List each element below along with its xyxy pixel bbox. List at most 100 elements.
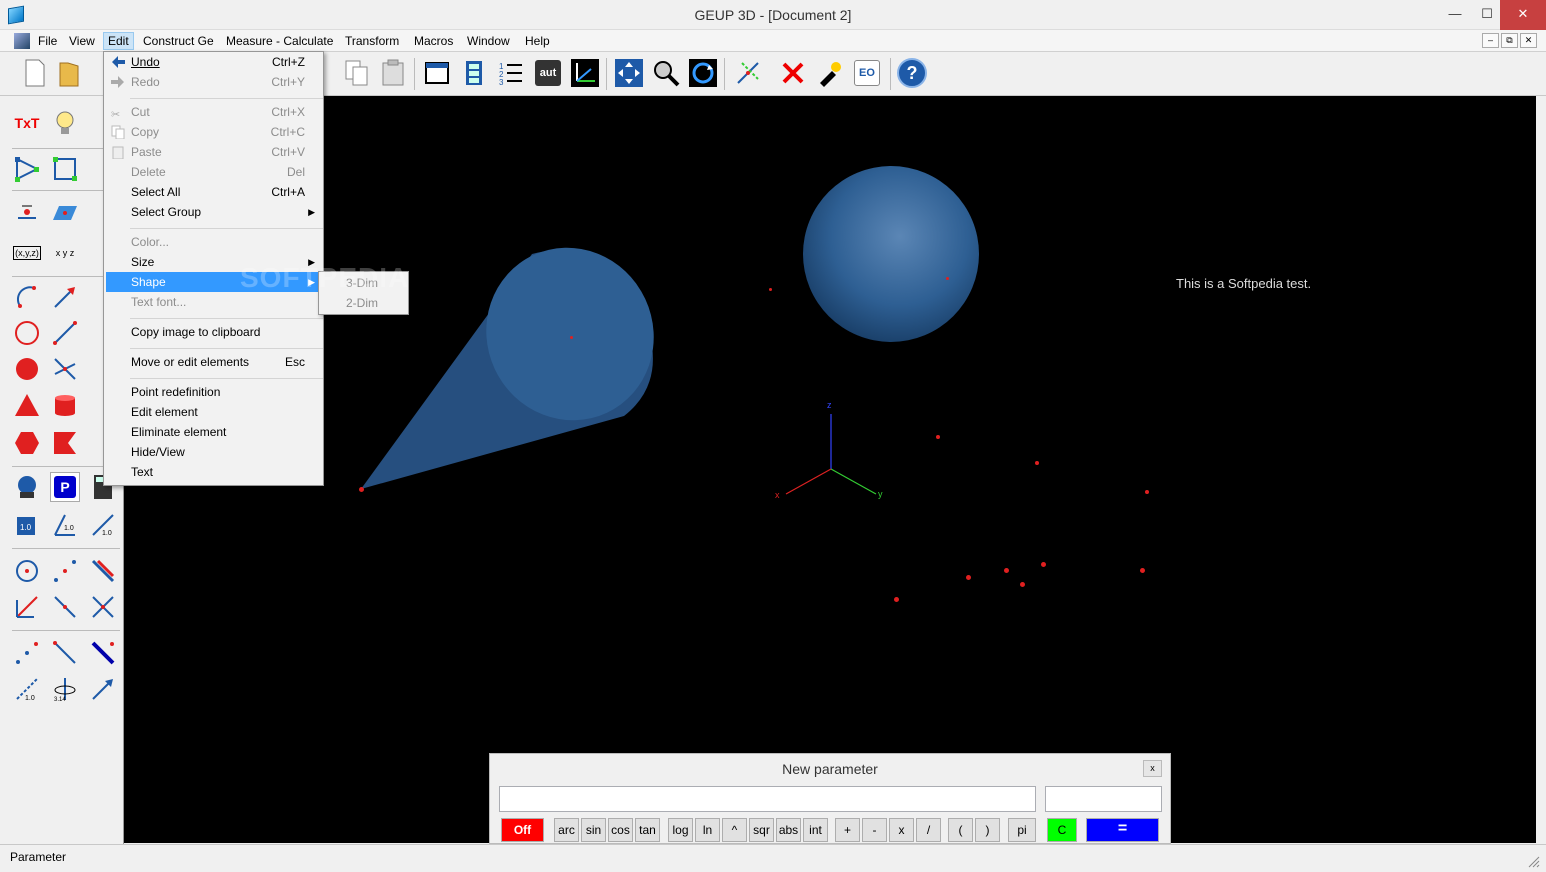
direction-vector-icon[interactable] [88, 674, 118, 704]
menu-item-edit-element[interactable]: Edit element [106, 402, 321, 422]
prism-icon[interactable] [12, 390, 42, 420]
cone-solid[interactable] [361, 220, 682, 489]
arc-icon[interactable] [12, 282, 42, 312]
parameter-tool-button[interactable]: P [50, 472, 80, 502]
zoom-icon[interactable] [649, 56, 683, 90]
auto-icon[interactable]: aut [531, 56, 565, 90]
point[interactable] [946, 277, 949, 280]
dotted-points-icon[interactable] [12, 638, 42, 668]
window-frame-icon[interactable] [420, 56, 454, 90]
point[interactable] [769, 288, 772, 291]
menu-measure-calculate[interactable]: Measure - Calculate [222, 32, 337, 50]
menu-item-eliminate-element[interactable]: Eliminate element [106, 422, 321, 442]
film-strip-icon[interactable] [457, 56, 491, 90]
clear-button[interactable]: C [1047, 818, 1077, 842]
parallel-icon[interactable] [88, 556, 118, 586]
arc-button[interactable]: arc [554, 818, 579, 842]
menu-item-delete[interactable]: Delete Del [106, 162, 321, 182]
axes-icon[interactable] [568, 56, 602, 90]
menu-view[interactable]: View [65, 32, 99, 50]
circle-center-icon[interactable] [12, 556, 42, 586]
distance-icon[interactable]: 1.0 [12, 674, 42, 704]
maximize-button[interactable]: ☐ [1470, 0, 1504, 30]
light-bulb-icon[interactable] [50, 108, 80, 138]
intersection-icon[interactable] [50, 354, 80, 384]
fit-view-icon[interactable] [612, 56, 646, 90]
coordinates-icon[interactable]: (x,y,z) [12, 238, 42, 268]
point[interactable] [570, 336, 573, 339]
menu-item-color[interactable]: Color... [106, 232, 321, 252]
cylinder-icon[interactable] [50, 390, 80, 420]
off-button[interactable]: Off [501, 818, 544, 842]
log-button[interactable]: log [668, 818, 693, 842]
point[interactable] [936, 435, 940, 439]
rotate-view-icon[interactable] [686, 56, 720, 90]
int-button[interactable]: int [803, 818, 828, 842]
tan-button[interactable]: tan [635, 818, 660, 842]
value-display-icon[interactable] [12, 472, 42, 502]
menu-item-select-group[interactable]: Select Group ▶ [106, 202, 321, 222]
close-button[interactable]: ✕ [1500, 0, 1546, 30]
numbered-list-icon[interactable]: 123 [494, 56, 528, 90]
segments-network-icon[interactable] [12, 154, 42, 184]
menu-item-redo[interactable]: Redo Ctrl+Y [106, 72, 321, 92]
help-icon[interactable]: ? [895, 56, 929, 90]
plus-button[interactable]: + [835, 818, 860, 842]
menu-edit[interactable]: Edit [103, 32, 134, 50]
vector-icon[interactable] [50, 282, 80, 312]
light-icon[interactable] [813, 56, 847, 90]
power-button[interactable]: ^ [722, 818, 747, 842]
menu-macros[interactable]: Macros [410, 32, 457, 50]
point[interactable] [966, 575, 971, 580]
point[interactable] [1041, 562, 1046, 567]
delete-icon[interactable] [776, 56, 810, 90]
mdi-restore-button[interactable]: ⧉ [1501, 33, 1518, 48]
menu-item-paste[interactable]: Paste Ctrl+V [106, 142, 321, 162]
rotation-angle-icon[interactable]: 3.14 [50, 674, 80, 704]
box-frame-icon[interactable] [50, 154, 80, 184]
segment-icon[interactable] [50, 318, 80, 348]
3d-canvas[interactable]: z x y This is a Softpedia test. [124, 96, 1536, 843]
cos-button[interactable]: cos [608, 818, 633, 842]
new-document-icon[interactable] [18, 56, 52, 90]
eo-icon[interactable]: EO [850, 56, 884, 90]
ln-button[interactable]: ln [695, 818, 720, 842]
sphere-icon[interactable] [12, 354, 42, 384]
point-on-plane-icon[interactable] [12, 198, 42, 228]
circle-icon[interactable] [12, 318, 42, 348]
resize-grip-icon[interactable] [1528, 856, 1540, 868]
right-paren-button[interactable]: ) [975, 818, 1000, 842]
left-paren-button[interactable]: ( [948, 818, 973, 842]
plane-icon[interactable] [50, 198, 80, 228]
measure-lines-icon[interactable] [731, 56, 765, 90]
menu-item-text[interactable]: Text [106, 462, 321, 482]
abs-button[interactable]: abs [776, 818, 801, 842]
point[interactable] [1140, 568, 1145, 573]
open-folder-icon[interactable] [52, 56, 86, 90]
menu-item-copy-image[interactable]: Copy image to clipboard [106, 322, 321, 342]
hexagon-icon[interactable] [12, 428, 42, 458]
menu-item-text-font[interactable]: Text font... [106, 292, 321, 312]
length-measure-icon[interactable]: 1.0 [88, 510, 118, 540]
crossing-lines-icon[interactable] [88, 592, 118, 622]
point[interactable] [1020, 582, 1025, 587]
line-points-icon[interactable] [50, 592, 80, 622]
text-tool-icon[interactable]: TxT [12, 108, 42, 138]
menu-file[interactable]: File [34, 32, 61, 50]
document-icon[interactable] [14, 33, 30, 49]
sphere-solid[interactable] [803, 166, 979, 342]
menu-window[interactable]: Window [463, 32, 514, 50]
axis-vector-icon[interactable] [12, 592, 42, 622]
sqr-button[interactable]: sqr [749, 818, 774, 842]
canvas-text-label[interactable]: This is a Softpedia test. [1176, 276, 1311, 291]
menu-item-cut[interactable]: ✂ Cut Ctrl+X [106, 102, 321, 122]
submenu-item-2-dim[interactable]: 2-Dim [321, 293, 406, 313]
volume-measure-icon[interactable]: 1.0 [12, 510, 42, 540]
expression-input[interactable] [499, 786, 1036, 812]
menu-item-select-all[interactable]: Select All Ctrl+A [106, 182, 321, 202]
point[interactable] [1145, 490, 1149, 494]
point[interactable] [894, 597, 899, 602]
divide-button[interactable]: / [916, 818, 941, 842]
menu-help[interactable]: Help [521, 32, 554, 50]
points-line-icon[interactable] [50, 556, 80, 586]
